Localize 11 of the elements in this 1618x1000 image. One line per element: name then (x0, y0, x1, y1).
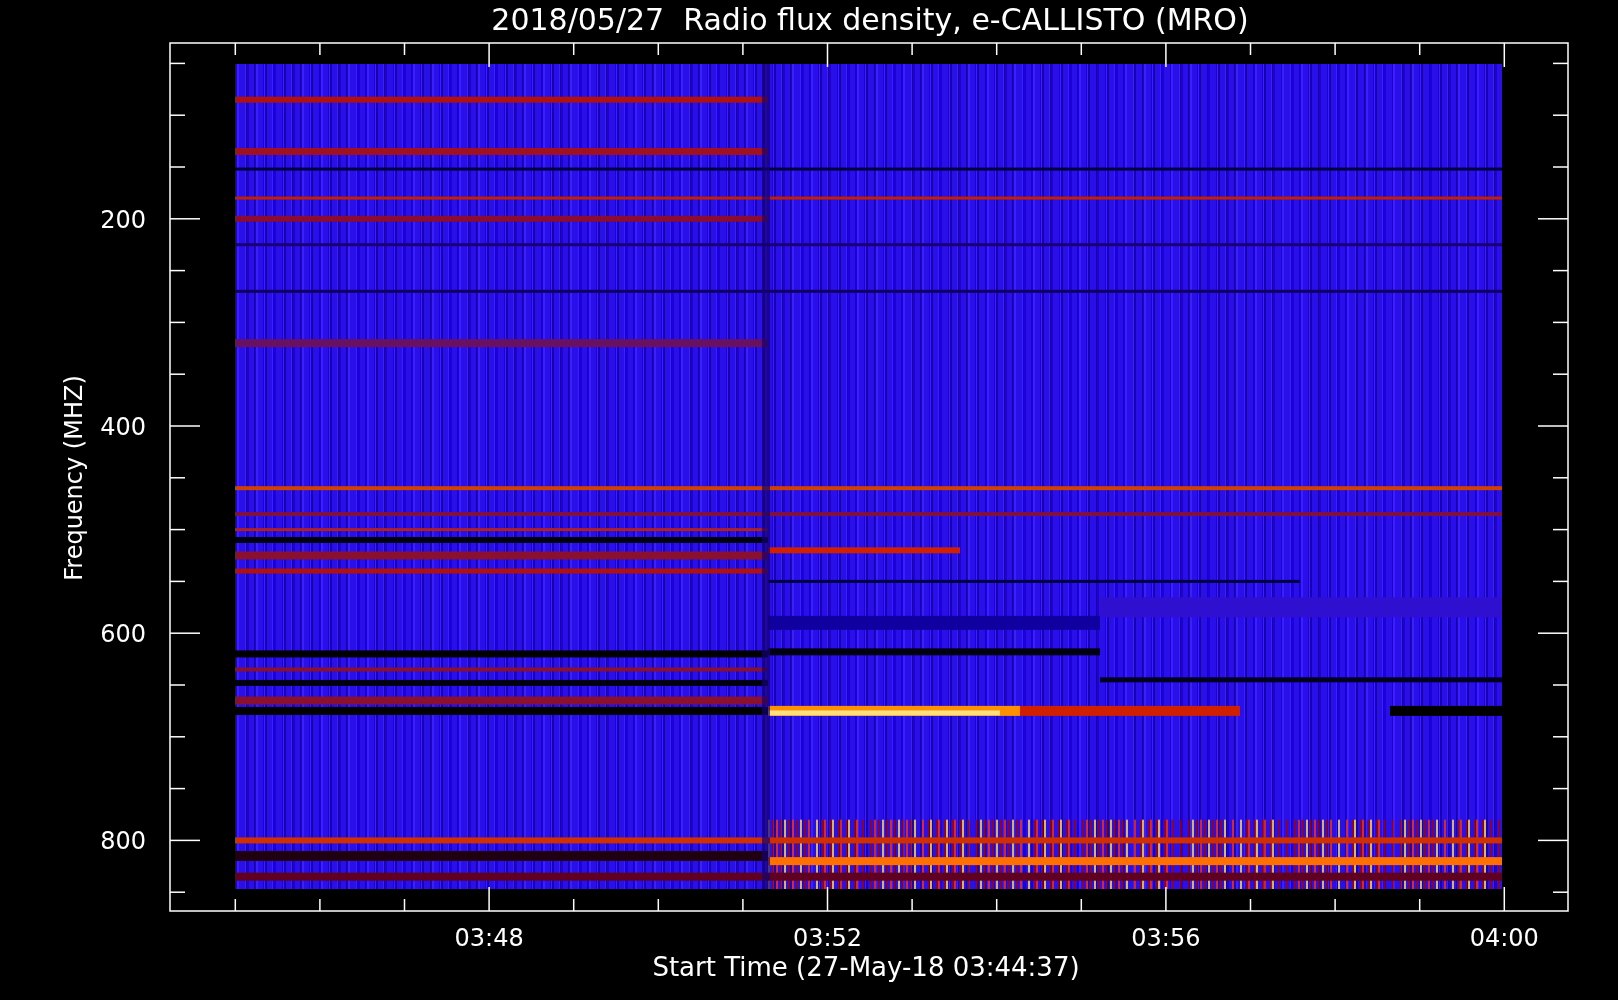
y-tick-label: 400 (100, 413, 146, 441)
x-tick-label: 03:52 (792, 924, 863, 952)
y-tick-label: 600 (100, 620, 146, 649)
chart-title: 2018/05/27 Radio flux density, e-CALLISTO (MRO) (491, 2, 1249, 37)
x-tick-label: 03:56 (1131, 924, 1201, 952)
y-axis-label: Frequency (MHZ) (60, 375, 88, 581)
y-tick-label: 200 (100, 205, 146, 234)
x-tick-label: 04:00 (1469, 924, 1539, 952)
x-tick-label: 03:48 (454, 924, 524, 952)
x-axis-label: Start Time (27-May-18 03:44:37) (652, 952, 1080, 982)
y-tick-label: 800 (100, 827, 146, 856)
